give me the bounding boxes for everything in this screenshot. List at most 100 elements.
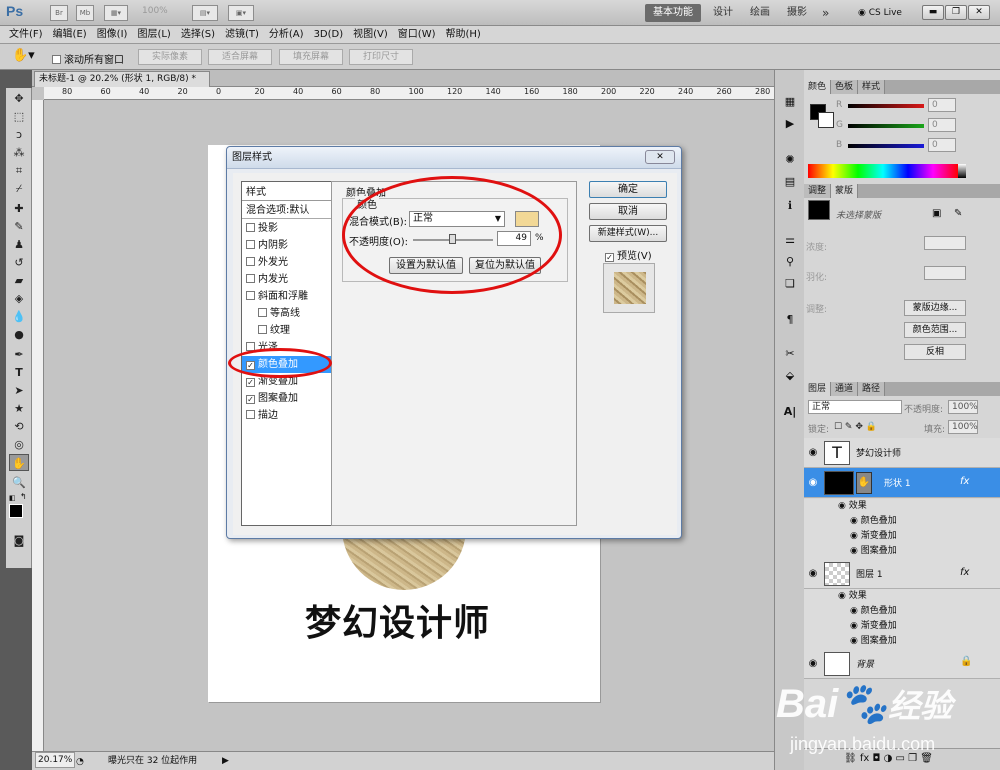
layer-opacity-field[interactable]: 100% bbox=[948, 400, 978, 414]
brush-tool-icon[interactable]: ✎ bbox=[9, 218, 29, 235]
default-colors-icon[interactable]: ◧ bbox=[9, 494, 17, 502]
dodge-tool-icon[interactable]: ● bbox=[9, 326, 29, 343]
fx-badge[interactable]: fx bbox=[960, 567, 969, 578]
fill-screen-button[interactable]: 填充屏幕 bbox=[279, 49, 343, 65]
hand-tool-preset-icon[interactable]: ✋▾ bbox=[12, 48, 42, 66]
tab-channels[interactable]: 通道 bbox=[831, 382, 859, 396]
styles-header[interactable]: 样式 bbox=[242, 184, 332, 201]
effect-row[interactable]: ◉ 渐变叠加 bbox=[804, 529, 1000, 544]
effect-row[interactable]: ◉ 颜色叠加 bbox=[804, 604, 1000, 619]
layer-1[interactable]: ◉ 图层 1 fx bbox=[804, 559, 1000, 589]
marquee-tool-icon[interactable]: ⬚ bbox=[9, 108, 29, 125]
status-options-icon[interactable]: ◔ bbox=[76, 753, 84, 770]
foreground-color-swatch[interactable] bbox=[9, 504, 23, 518]
tab-styles[interactable]: 样式 bbox=[858, 80, 886, 94]
eye-icon[interactable]: ◉ bbox=[807, 447, 819, 459]
eye-icon[interactable]: ◉ bbox=[838, 591, 849, 601]
style-item-12[interactable]: 描边 bbox=[242, 407, 332, 424]
style-item-3[interactable]: 外发光 bbox=[242, 254, 332, 271]
effect-row[interactable]: ◉ 图案叠加 bbox=[804, 544, 1000, 559]
arrange-docs-icon[interactable]: ▤▾ bbox=[192, 5, 218, 21]
checkbox-checked-icon[interactable]: ✓ bbox=[246, 395, 255, 404]
adjust-panel-icon[interactable]: ⚌ bbox=[781, 232, 799, 248]
pen-tool-icon[interactable]: ✒ bbox=[9, 346, 29, 363]
restore-button[interactable]: ❐ bbox=[945, 5, 967, 20]
checkbox-icon[interactable] bbox=[246, 257, 255, 266]
bridge-icon[interactable]: Br bbox=[50, 5, 68, 21]
layer-shape-1[interactable]: ◉ ✋ 形状 1 fx bbox=[804, 468, 1000, 498]
workspace-painting[interactable]: 绘画 bbox=[742, 4, 778, 22]
screen-view-icon[interactable]: ▣▾ bbox=[228, 5, 254, 21]
clone-source-icon[interactable]: ▤ bbox=[781, 174, 799, 190]
menu-filter[interactable]: 滤镜(T) bbox=[220, 26, 264, 44]
tab-layers[interactable]: 图层 bbox=[804, 382, 832, 396]
menu-edit[interactable]: 编辑(E) bbox=[48, 26, 92, 44]
cancel-button[interactable]: 取消 bbox=[589, 203, 667, 220]
zoom-readout[interactable]: 100% bbox=[142, 6, 188, 20]
workspace-design[interactable]: 设计 bbox=[705, 4, 741, 22]
channel-value[interactable]: 0 bbox=[928, 138, 956, 152]
menu-view[interactable]: 视图(V) bbox=[348, 26, 393, 44]
more-workspaces-icon[interactable]: » bbox=[814, 4, 837, 22]
blending-options-default[interactable]: 混合选项:默认 bbox=[242, 202, 332, 219]
eye-icon[interactable]: ◉ bbox=[807, 658, 819, 670]
workspace-essentials[interactable]: 基本功能 bbox=[645, 4, 701, 22]
menu-window[interactable]: 窗口(W) bbox=[393, 26, 441, 44]
menu-layer[interactable]: 图层(L) bbox=[132, 26, 175, 44]
actual-pixels-button[interactable]: 实际像素 bbox=[138, 49, 202, 65]
close-button[interactable]: ✕ bbox=[968, 5, 990, 20]
fit-screen-button[interactable]: 适合屏幕 bbox=[208, 49, 272, 65]
pixel-mask-icon[interactable]: ▣ bbox=[932, 208, 941, 219]
workspace-photography[interactable]: 摄影 bbox=[779, 4, 815, 22]
channel-slider[interactable] bbox=[848, 144, 924, 148]
tab-paths[interactable]: 路径 bbox=[858, 382, 886, 396]
menu-3d[interactable]: 3D(D) bbox=[309, 26, 349, 44]
checkbox-icon[interactable] bbox=[258, 308, 267, 317]
checkbox-icon[interactable] bbox=[246, 240, 255, 249]
layer-comps-icon[interactable]: ❏ bbox=[781, 276, 799, 292]
actions-panel-icon[interactable]: ▶ bbox=[781, 116, 799, 132]
style-item-1[interactable]: 投影 bbox=[242, 220, 332, 237]
tab-swatches[interactable]: 色板 bbox=[831, 80, 859, 94]
3d-rotate-icon[interactable]: ⟲ bbox=[9, 418, 29, 435]
move-tool-icon[interactable]: ✥ bbox=[9, 90, 29, 107]
print-size-button[interactable]: 打印尺寸 bbox=[349, 49, 413, 65]
effect-row[interactable]: ◉ 渐变叠加 bbox=[804, 619, 1000, 634]
style-item-11[interactable]: ✓ 图案叠加 bbox=[242, 390, 332, 407]
effect-row[interactable]: ◉ 颜色叠加 bbox=[804, 514, 1000, 529]
eye-icon[interactable]: ◉ bbox=[850, 621, 861, 631]
channel-slider[interactable] bbox=[848, 124, 924, 128]
density-field[interactable] bbox=[924, 236, 966, 250]
eyedropper-tool-icon[interactable]: ⌿ bbox=[9, 180, 29, 197]
checkbox-icon[interactable] bbox=[246, 223, 255, 232]
eye-icon[interactable]: ◉ bbox=[850, 531, 861, 541]
checkbox-icon[interactable] bbox=[246, 291, 255, 300]
3d-orbit-icon[interactable]: ◎ bbox=[9, 436, 29, 453]
minimize-button[interactable]: ▬ bbox=[922, 5, 944, 20]
document-tab[interactable]: 未标题-1 @ 20.2% (形状 1, RGB/8) * ✕ bbox=[34, 71, 210, 100]
eye-icon[interactable]: ◉ bbox=[807, 568, 819, 580]
style-item-4[interactable]: 内发光 bbox=[242, 271, 332, 288]
paint-bucket-icon[interactable]: ◈ bbox=[9, 290, 29, 307]
eye-icon[interactable]: ◉ bbox=[850, 636, 861, 646]
menu-image[interactable]: 图像(I) bbox=[92, 26, 133, 44]
feather-field[interactable] bbox=[924, 266, 966, 280]
hand-tool-icon[interactable]: ✋ bbox=[9, 454, 29, 471]
brush-panel-icon[interactable]: ✺ bbox=[781, 152, 799, 168]
bw-ramp[interactable] bbox=[958, 164, 966, 178]
menu-help[interactable]: 帮助(H) bbox=[441, 26, 486, 44]
eye-icon[interactable]: ◉ bbox=[850, 516, 861, 526]
dialog-close-button[interactable]: ✕ bbox=[645, 150, 675, 164]
eye-icon[interactable]: ◉ bbox=[807, 477, 819, 489]
checkbox-icon[interactable] bbox=[246, 274, 255, 283]
channel-value[interactable]: 0 bbox=[928, 118, 956, 132]
channel-slider[interactable] bbox=[848, 104, 924, 108]
mini-bridge-icon[interactable]: Mb bbox=[76, 5, 94, 21]
new-style-button[interactable]: 新建样式(W)... bbox=[589, 225, 667, 242]
layer-background[interactable]: ◉ 背景 🔒 bbox=[804, 649, 1000, 679]
usb-icon[interactable]: ⚲ bbox=[781, 254, 799, 270]
status-zoom[interactable]: 20.17% bbox=[35, 752, 75, 768]
tools-panel-icon[interactable]: ✂ bbox=[781, 346, 799, 362]
path-select-icon[interactable]: ➤ bbox=[9, 382, 29, 399]
blur-tool-icon[interactable]: 💧 bbox=[9, 308, 29, 325]
